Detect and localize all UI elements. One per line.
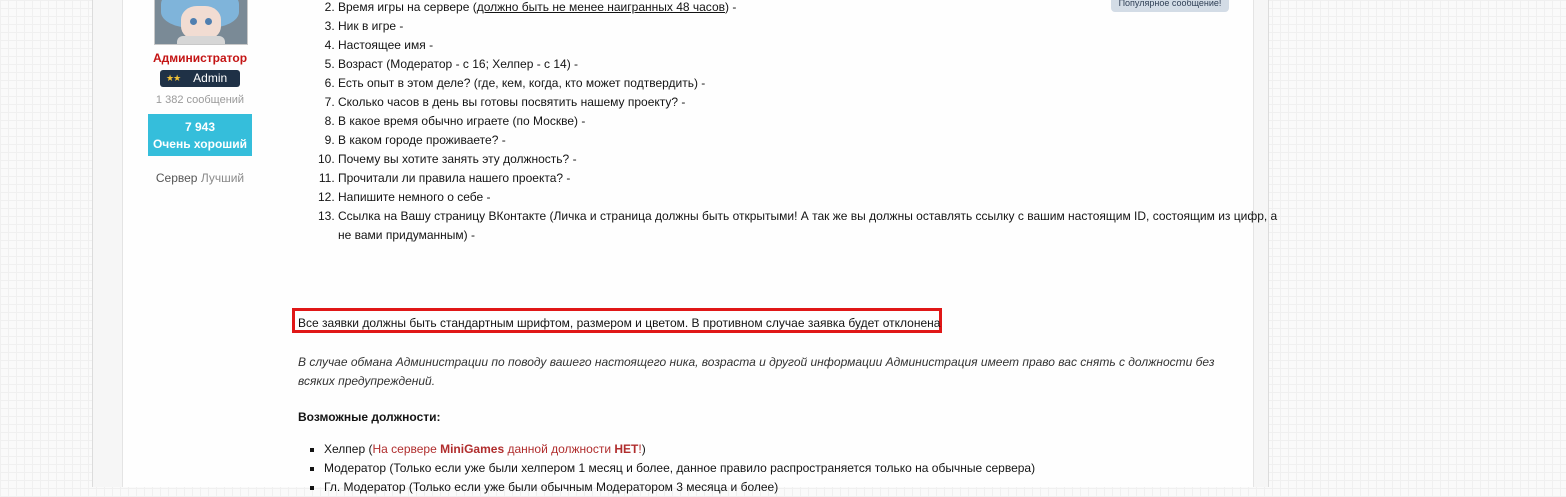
- list-item: Почему вы хотите занять эту должность? -: [338, 150, 1278, 169]
- list-item: Сколько часов в день вы готовы посвятить…: [338, 93, 1278, 112]
- questions-list: Время игры на сервере (должно быть не ме…: [298, 0, 1278, 245]
- list-item: В какое время обычно играете (по Москве)…: [338, 112, 1278, 131]
- underlined-note: должно быть не менее наигранных 48 часов: [476, 0, 725, 14]
- list-item: Есть опыт в этом деле? (где, кем, когда,…: [338, 74, 1278, 93]
- banner-label: Admin: [193, 71, 228, 85]
- list-item: Гл. Модератор (Только если уже были обыч…: [324, 478, 1264, 497]
- list-item: Ник в игре -: [338, 17, 1278, 36]
- reputation-value: 7 943: [184, 120, 216, 134]
- fraud-note: В случае обмана Администрации по поводу …: [298, 355, 1215, 388]
- server-label: Сервер: [155, 171, 198, 185]
- possible-positions-title: Возможные должности:: [298, 410, 441, 424]
- user-avatar[interactable]: [154, 0, 248, 45]
- user-banner: ★★ Admin: [160, 70, 240, 87]
- server-value: Лучший: [200, 171, 245, 185]
- server-info: Сервер Лучший: [122, 171, 278, 185]
- reputation-box: 7 943 Очень хороший: [148, 114, 252, 156]
- reputation-label: Очень хороший: [152, 137, 248, 151]
- list-item: В каком городе проживаете? -: [338, 131, 1278, 150]
- list-item: Настоящее имя -: [338, 36, 1278, 55]
- username-link[interactable]: Администратор: [122, 51, 278, 65]
- message-count: 1 382 сообщений: [155, 94, 245, 106]
- list-item: Напишите немного о себе -: [338, 188, 1278, 207]
- list-item: Возраст (Модератор - с 16; Хелпер - с 14…: [338, 55, 1278, 74]
- list-item: Модератор (Только если уже были хелпером…: [324, 459, 1264, 478]
- roles-list: Хелпер (На сервере MiniGames данной долж…: [298, 440, 1264, 497]
- stars-icon: ★★: [166, 73, 181, 83]
- warning-text: Все заявки должны быть стандартным шрифт…: [298, 316, 941, 330]
- list-item: Прочитали ли правила нашего проекта? -: [338, 169, 1278, 188]
- list-item: Время игры на сервере (должно быть не ме…: [338, 0, 1278, 17]
- list-item: Ссылка на Вашу страницу ВКонтакте (Личка…: [338, 207, 1278, 245]
- list-item: Хелпер (На сервере MiniGames данной долж…: [324, 440, 1264, 459]
